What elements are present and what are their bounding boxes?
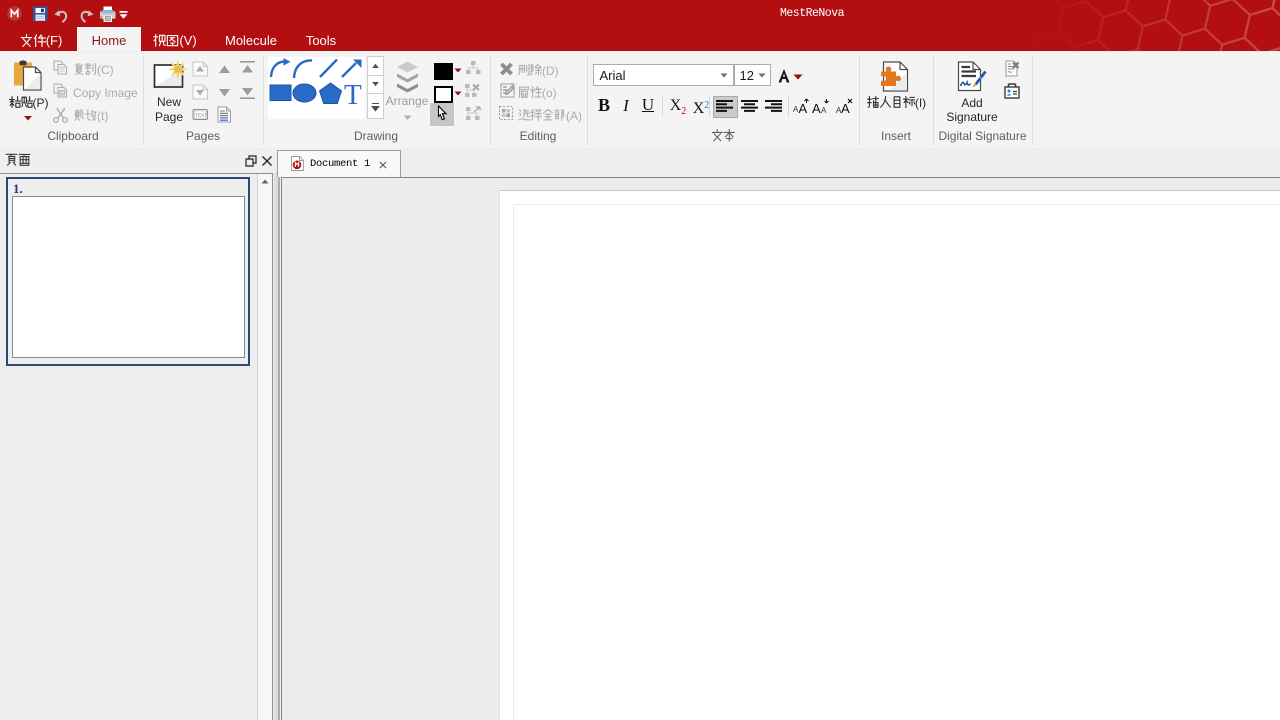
svg-text:A: A: [799, 101, 808, 115]
svg-text:A: A: [812, 101, 821, 115]
svg-text:TEXT: TEXT: [195, 113, 207, 118]
svg-text:A: A: [821, 106, 827, 115]
svg-text:T: T: [344, 79, 362, 111]
